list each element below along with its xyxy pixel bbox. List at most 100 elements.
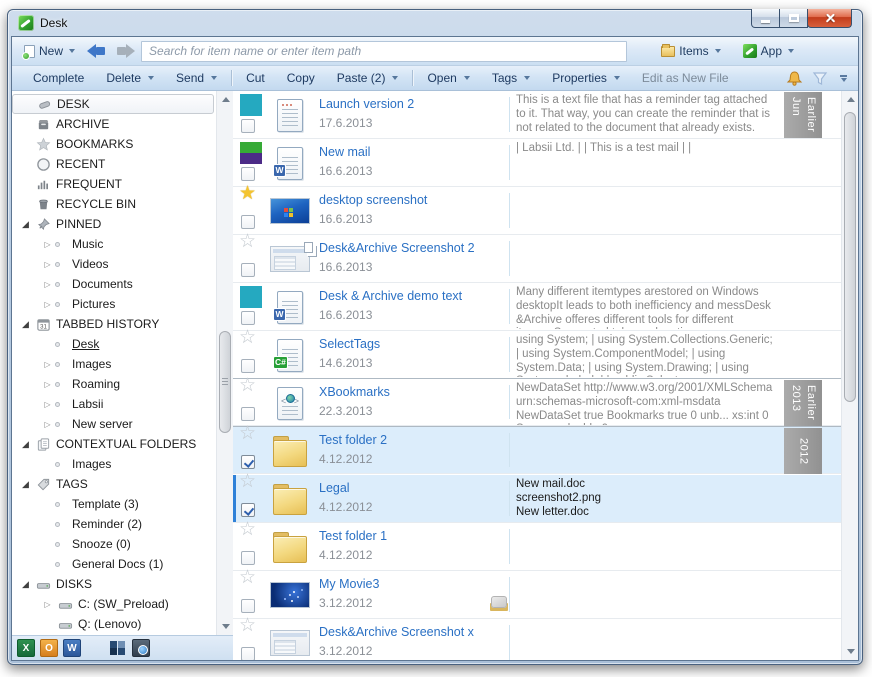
sidebar-scrollbar[interactable] [216,91,233,635]
filter-funnel-icon[interactable] [812,71,828,86]
close-button[interactable] [807,9,852,28]
expander-closed-icon[interactable]: ▷ [40,380,55,389]
minimize-button[interactable] [751,9,780,28]
list-row-desk-archive-demo-text[interactable]: WDesk & Archive demo text16.6.2013Many d… [233,283,841,331]
star-outline-icon[interactable]: ☆ [239,376,256,395]
row-checkbox[interactable] [241,167,255,181]
expander-closed-icon[interactable]: ▷ [40,400,55,409]
expander-closed-icon[interactable]: ▷ [40,420,55,429]
word-icon[interactable]: W [63,639,81,657]
item-name[interactable]: Desk&Archive Screenshot x [319,625,474,639]
copy-button[interactable]: Copy [276,68,326,88]
search-input[interactable] [141,41,627,62]
device-sync-icon[interactable] [132,639,150,657]
sidebar-item-pictures[interactable]: ▷Pictures [12,294,216,314]
list-row-new-mail[interactable]: WNew mail16.6.2013| Labsii Ltd. | | This… [233,139,841,187]
row-checkbox[interactable] [241,503,255,517]
list-row-test-folder-1[interactable]: ☆Test folder 14.12.2012 [233,523,841,571]
sidebar-item-videos[interactable]: ▷Videos [12,254,216,274]
expander-closed-icon[interactable]: ▷ [40,280,55,289]
item-name[interactable]: My Movie3 [319,577,379,591]
expander-open-icon[interactable]: ◢ [18,439,33,450]
star-outline-icon[interactable]: ☆ [239,232,256,251]
star-filled-icon[interactable]: ★ [239,184,256,203]
row-checkbox[interactable] [241,215,255,229]
item-name[interactable]: XBookmarks [319,385,390,399]
star-outline-icon[interactable]: ☆ [239,424,256,443]
send-button[interactable]: Send [165,68,228,88]
scroll-down-icon[interactable] [842,643,858,660]
scroll-up-icon[interactable] [842,91,858,108]
row-checkbox[interactable] [241,263,255,277]
scroll-up-icon[interactable] [217,91,234,108]
complete-button[interactable]: Complete [22,68,95,88]
sidebar-item-documents[interactable]: ▷Documents [12,274,216,294]
sidebar-item-bookmarks[interactable]: BOOKMARKS [12,134,216,154]
properties-button[interactable]: Properties [541,68,631,88]
item-name[interactable]: New mail [319,145,370,159]
cut-button[interactable]: Cut [235,68,276,88]
sidebar-item-recent[interactable]: RECENT [12,154,216,174]
excel-icon[interactable]: X [17,639,35,657]
sidebar-item-contextual-folders[interactable]: ◢CONTEXTUAL FOLDERS [12,434,216,454]
list-row-xbookmarks[interactable]: ☆< >XBookmarks22.3.2013NewDataSet http:/… [233,378,841,426]
expander-closed-icon[interactable]: ▷ [40,360,55,369]
item-name[interactable]: desktop screenshot [319,193,427,207]
new-button[interactable]: New [18,42,81,60]
expander-closed-icon[interactable]: ▷ [40,240,55,249]
item-name[interactable]: Test folder 2 [319,433,387,447]
sidebar-item-new-server[interactable]: ▷New server [12,414,216,434]
item-name[interactable]: Test folder 1 [319,529,387,543]
screens-icon[interactable] [109,639,127,657]
forward-button[interactable] [114,43,136,59]
list-scrollbar-thumb[interactable] [844,112,856,402]
item-name[interactable]: Legal [319,481,350,495]
reminder-bell-icon[interactable] [786,70,803,87]
star-outline-icon[interactable]: ☆ [239,520,256,539]
sidebar-item-pinned[interactable]: ◢PINNED [12,214,216,234]
expander-open-icon[interactable]: ◢ [18,219,33,230]
expander-closed-icon[interactable]: ▷ [40,260,55,269]
sidebar-item-roaming[interactable]: ▷Roaming [12,374,216,394]
sidebar-item-template-3[interactable]: Template (3) [12,494,216,514]
row-checkbox[interactable] [241,647,255,660]
sidebar-item-music[interactable]: ▷Music [12,234,216,254]
row-checkbox[interactable] [241,407,255,421]
sidebar-item-tags[interactable]: ◢TAGS [12,474,216,494]
sidebar-scrollbar-thumb[interactable] [219,331,231,433]
sidebar-item-snooze-0[interactable]: Snooze (0) [12,534,216,554]
sidebar-item-q-lenovo[interactable]: Q: (Lenovo) [12,614,216,634]
expander-open-icon[interactable]: ◢ [18,479,33,490]
open-button[interactable]: Open [416,68,480,88]
item-name[interactable]: SelectTags [319,337,380,351]
star-outline-icon[interactable]: ☆ [239,568,256,587]
list-row-test-folder-2[interactable]: ☆Test folder 24.12.2012 [233,426,841,474]
star-outline-icon[interactable]: ☆ [239,328,256,347]
list-row-legal[interactable]: ☆Legal4.12.2012New mail.docscreenshot2.p… [233,475,841,523]
row-checkbox[interactable] [241,455,255,469]
sidebar-item-images[interactable]: ▷Images [12,354,216,374]
tags-button[interactable]: Tags [481,68,541,88]
date-group-tab-earlier-jun[interactable]: Earlier Jun [784,92,822,138]
list-row-selecttags[interactable]: ☆C#SelectTags14.6.2013using System; | us… [233,331,841,379]
item-name[interactable]: Desk & Archive demo text [319,289,462,303]
sidebar-item-tabbed-history[interactable]: ◢31TABBED HISTORY [12,314,216,334]
sidebar-item-reminder-2[interactable]: Reminder (2) [12,514,216,534]
date-group-tab-earlier-2013[interactable]: Earlier 2013 [784,380,822,426]
sidebar-item-archive[interactable]: ARCHIVE [12,114,216,134]
star-outline-icon[interactable]: ☆ [239,472,256,491]
title-bar[interactable]: Desk [8,10,862,36]
sidebar-item-labsii[interactable]: ▷Labsii [12,394,216,414]
list-row-launch-version-2[interactable]: Launch version 217.6.2013This is a text … [233,91,841,139]
list-row-desktop-screenshot[interactable]: ★desktop screenshot16.6.2013 [233,187,841,235]
sidebar-item-images[interactable]: Images [12,454,216,474]
sidebar-item-disks[interactable]: ◢DISKS [12,574,216,594]
expander-open-icon[interactable]: ◢ [18,319,33,330]
list-scrollbar[interactable] [841,91,858,660]
expander-open-icon[interactable]: ◢ [18,579,33,590]
star-outline-icon[interactable]: ☆ [239,616,256,635]
back-button[interactable] [86,43,108,59]
date-group-tab-2012[interactable]: 2012 [784,428,822,474]
row-checkbox[interactable] [241,119,255,133]
row-checkbox[interactable] [241,359,255,373]
